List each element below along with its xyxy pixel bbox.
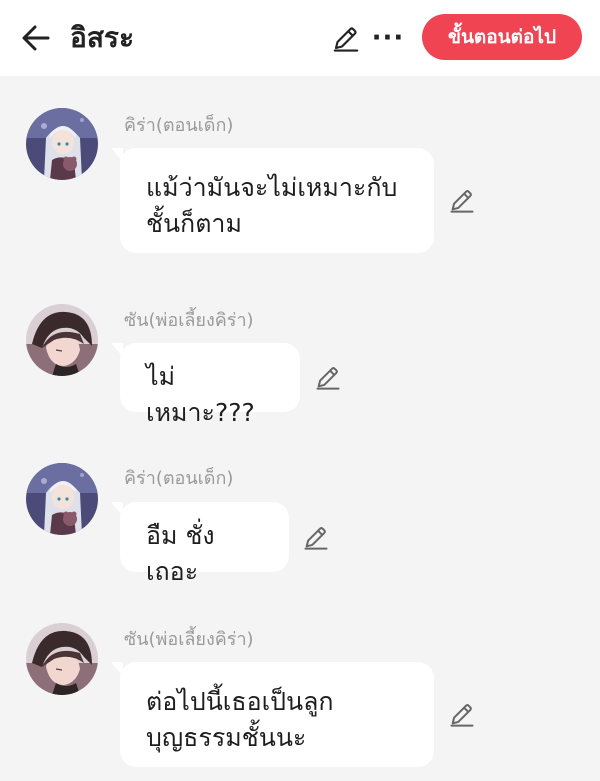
page-title: อิสระ (70, 21, 134, 54)
back-button[interactable] (18, 20, 54, 56)
next-step-button[interactable]: ขั้นตอนต่อไป (422, 14, 582, 60)
boy-avatar-icon (26, 304, 98, 376)
boy-avatar-icon (26, 623, 98, 695)
pencil-icon (302, 523, 330, 551)
avatar[interactable] (26, 108, 98, 180)
sender-name: ซัน(พ่อเลี้ยงคิร่า) (124, 629, 254, 650)
pencil-icon (448, 186, 476, 214)
avatar[interactable] (26, 304, 98, 376)
edit-title-button[interactable] (328, 20, 364, 56)
message-bubble[interactable]: ไม่เหมาะ??? (111, 343, 300, 427)
message-bubble[interactable]: ต่อไปนี้เธอเป็นลูก บุญธรรมชั้นนะ (111, 662, 434, 767)
avatar[interactable] (26, 463, 98, 535)
sender-name: คิร่า(ตอนเด็ก) (124, 115, 234, 136)
girl-avatar-icon (26, 108, 98, 180)
edit-message-button[interactable] (446, 698, 478, 730)
message-bubble[interactable]: อืม ชั่งเถอะ (111, 502, 289, 586)
pencil-icon (314, 363, 342, 391)
girl-avatar-icon (26, 463, 98, 535)
pencil-icon (448, 700, 476, 728)
app-header: อิสระ ··· ขั้นตอนต่อไป (0, 0, 600, 76)
edit-message-button[interactable] (446, 184, 478, 216)
sender-name: ซัน(พ่อเลี้ยงคิร่า) (124, 310, 254, 331)
edit-message-button[interactable] (312, 361, 344, 393)
message-bubble[interactable]: แม้ว่ามันจะไม่เหมาะกับ ชั้นก็ตาม (111, 148, 434, 253)
pencil-icon (331, 23, 361, 53)
sender-name: คิร่า(ตอนเด็ก) (124, 468, 234, 489)
avatar[interactable] (26, 623, 98, 695)
edit-message-button[interactable] (300, 521, 332, 553)
more-options-button[interactable]: ··· (370, 20, 406, 56)
back-arrow-icon (22, 25, 50, 51)
